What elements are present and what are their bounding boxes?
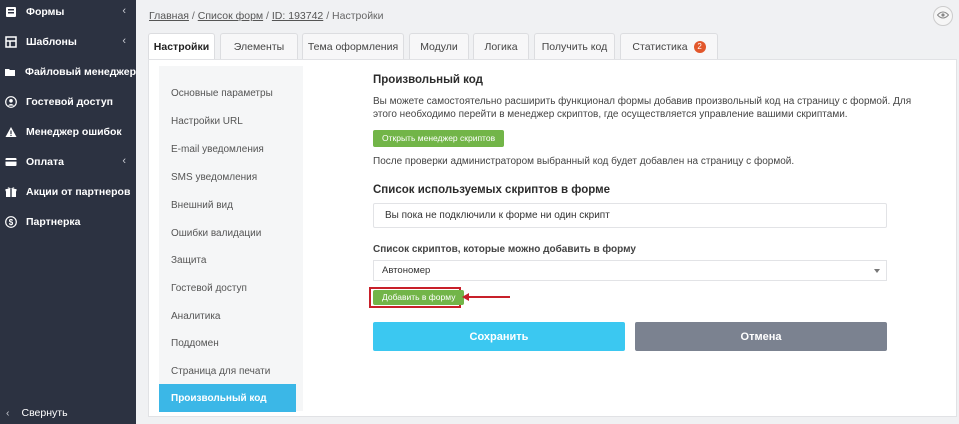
chevron-left-icon: ‹	[122, 5, 126, 17]
sidebar-item-affiliate[interactable]: $ Партнерка	[0, 207, 136, 237]
sidebar-item-label: Гостевой доступ	[26, 96, 113, 108]
settings-nav-item[interactable]: Страница для печати	[159, 357, 303, 385]
settings-nav-item[interactable]: E-mail уведомления	[159, 135, 303, 163]
settings-nav-item[interactable]: Основные параметры	[159, 79, 303, 107]
arrow-line	[468, 296, 510, 298]
sidebar-item-label: Партнерка	[26, 216, 81, 228]
tab-logic[interactable]: Логика	[473, 33, 529, 59]
warning-icon	[4, 125, 18, 139]
settings-nav-item[interactable]: Ошибки валидации	[159, 219, 303, 247]
sidebar-item-templates[interactable]: Шаблоны ‹	[0, 27, 136, 57]
used-scripts-empty-text: Вы пока не подключили к форме ни один ск…	[385, 210, 610, 221]
user-icon	[4, 95, 18, 109]
card-icon	[4, 155, 18, 169]
tab-settings[interactable]: Настройки	[148, 33, 215, 60]
sidebar-item-error-manager[interactable]: Менеджер ошибок	[0, 117, 136, 147]
eye-icon	[936, 10, 950, 22]
tab-get-code[interactable]: Получить код	[534, 33, 615, 59]
section-description-line1: Вы можете самостоятельно расширить функц…	[373, 96, 912, 107]
chevron-down-icon	[874, 269, 880, 273]
cancel-button[interactable]: Отмена	[635, 322, 887, 351]
sidebar-item-payment[interactable]: Оплата ‹	[0, 147, 136, 177]
used-scripts-title: Список используемых скриптов в форме	[373, 184, 610, 196]
chevron-left-icon: ‹	[6, 407, 10, 419]
breadcrumb-home-link[interactable]: Главная	[149, 10, 189, 22]
preview-button[interactable]	[933, 6, 953, 26]
settings-nav: Основные параметры Настройки URL E-mail …	[159, 66, 303, 412]
file-manager-icon	[4, 65, 17, 79]
sidebar-collapse-button[interactable]: ‹ Свернуть	[0, 402, 136, 424]
sidebar-item-forms[interactable]: Формы ‹	[0, 0, 136, 27]
settings-nav-item[interactable]: Гостевой доступ	[159, 274, 303, 302]
gift-icon	[4, 185, 18, 199]
tab-statistics[interactable]: Статистика 2	[620, 33, 718, 59]
section-title: Произвольный код	[373, 74, 483, 86]
breadcrumb-id-link[interactable]: ID: 193742	[272, 10, 323, 22]
settings-panel: Основные параметры Настройки URL E-mail …	[148, 59, 957, 417]
script-select-value: Автономер	[382, 265, 431, 276]
breadcrumb-separator: /	[326, 10, 330, 22]
section-description-line2: этого необходимо перейти в менеджер скри…	[373, 109, 848, 120]
settings-nav-item-custom-code[interactable]: Произвольный код	[159, 384, 296, 412]
forms-icon	[4, 5, 18, 19]
templates-icon	[4, 35, 18, 49]
tab-elements[interactable]: Элементы	[220, 33, 298, 59]
sidebar-item-guest-access[interactable]: Гостевой доступ	[0, 87, 136, 117]
chevron-left-icon: ‹	[122, 155, 126, 167]
sidebar-item-partner-promos[interactable]: Акции от партнеров	[0, 177, 136, 207]
settings-nav-item[interactable]: Защита	[159, 246, 303, 274]
open-script-manager-button[interactable]: Открыть менеджер скриптов	[373, 130, 505, 147]
breadcrumb-separator: /	[266, 10, 269, 22]
sidebar-item-file-manager[interactable]: Файловый менеджер	[0, 57, 136, 87]
sidebar-item-label: Менеджер ошибок	[26, 126, 122, 138]
chevron-left-icon: ‹	[122, 35, 126, 47]
settings-nav-item[interactable]: Внешний вид	[159, 191, 303, 219]
save-button[interactable]: Сохранить	[373, 322, 625, 351]
settings-nav-item[interactable]: Поддомен	[159, 329, 303, 357]
sidebar-item-label: Оплата	[26, 156, 65, 168]
breadcrumb-current: Настройки	[332, 10, 384, 22]
tab-theme[interactable]: Тема оформления	[302, 33, 404, 59]
script-select[interactable]: Автономер	[373, 260, 887, 281]
sidebar-item-label: Шаблоны	[26, 36, 77, 48]
collapse-label: Свернуть	[21, 407, 68, 419]
statistics-count-badge: 2	[693, 40, 706, 53]
tab-modules[interactable]: Модули	[409, 33, 469, 59]
tab-label: Статистика	[632, 40, 688, 53]
breadcrumb-separator: /	[191, 10, 195, 22]
available-scripts-title: Список скриптов, которые можно добавить …	[373, 244, 636, 255]
breadcrumb: Главная / Список форм / ID: 193742 / Нас…	[149, 10, 384, 22]
dollar-icon: $	[4, 215, 18, 229]
used-scripts-list: Вы пока не подключили к форме ни один ск…	[373, 203, 887, 228]
admin-note: После проверки администратором выбранный…	[373, 156, 795, 167]
settings-nav-item[interactable]: SMS уведомления	[159, 163, 303, 191]
sidebar-item-label: Акции от партнеров	[26, 186, 131, 198]
sidebar-item-label: Формы	[26, 6, 65, 18]
add-to-form-button[interactable]: Добавить в форму	[373, 290, 465, 305]
sidebar-item-label: Файловый менеджер	[24, 66, 136, 78]
svg-text:$: $	[9, 218, 14, 227]
settings-nav-item[interactable]: Настройки URL	[159, 107, 303, 135]
settings-nav-item[interactable]: Аналитика	[159, 302, 303, 330]
breadcrumb-forms-link[interactable]: Список форм	[198, 10, 263, 22]
sidebar: Формы ‹ Шаблоны ‹ Файловый менеджер Гост…	[0, 0, 136, 424]
